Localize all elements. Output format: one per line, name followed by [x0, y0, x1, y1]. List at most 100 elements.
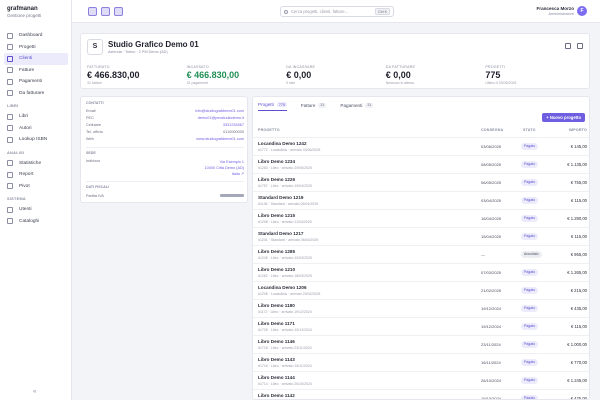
table-row[interactable]: Libro Demo 1210 #1262 · Libro · arrivato … — [253, 263, 589, 281]
sidebar-item-label: Pivot — [19, 183, 30, 189]
sidebar-item-libri[interactable]: Libri — [4, 111, 68, 123]
tab-pagamenti[interactable]: Pagamenti 31 — [340, 102, 374, 111]
column-header[interactable]: STATO — [523, 128, 536, 132]
new-invoice-icon[interactable] — [101, 7, 110, 16]
search-icon — [284, 9, 288, 14]
sidebar-item-label: Progetti — [19, 44, 36, 50]
sidebar-item-label: Libri — [19, 114, 29, 120]
tab-fatture[interactable]: Fatture 31 — [301, 102, 327, 111]
sidebar-item-label: Dashboard — [19, 33, 43, 39]
sidebar-item-label: Da fatturare — [19, 90, 45, 96]
sidebar-item-cataloghi[interactable]: Cataloghi — [4, 216, 68, 228]
table-row[interactable]: Libro Demo 1146 #1718 · Libro · arrivato … — [253, 335, 589, 353]
column-header[interactable]: IMPORTO — [569, 128, 587, 132]
project-name[interactable]: Libro Demo 1285 — [258, 249, 295, 254]
users-icon — [7, 55, 13, 62]
clock-icon — [7, 90, 13, 97]
project-name[interactable]: Libro Demo 1144 — [258, 375, 295, 380]
edit-icon[interactable] — [565, 43, 571, 49]
table-row[interactable]: Libro Demo 1143 #1716 · Libro · arrivato … — [253, 353, 589, 371]
new-project-button[interactable]: + Nuovo progetto — [542, 113, 585, 122]
delivery-date: — — [481, 252, 485, 257]
project-name[interactable]: Standard Demo 1217 — [258, 231, 303, 236]
pec-link[interactable]: demo01@pecstudiodemo.it — [198, 116, 244, 120]
address-link[interactable]: Via Esempio 1 10000 Città Demo (AD) Ital… — [205, 159, 244, 177]
table-row[interactable]: Locandina Demo 1206 #1208 · Locandina · a… — [253, 281, 589, 299]
project-name[interactable]: Libro Demo 1215 — [258, 213, 295, 218]
project-name[interactable]: Libro Demo 1234 — [258, 159, 295, 164]
contact-address: Indirizzo Via Esempio 1 10000 Città Demo… — [86, 159, 244, 177]
table-row[interactable]: Standard Demo 1219 #1136 · Standard · arr… — [253, 191, 589, 209]
table-row[interactable]: Libro Demo 1144 #1714 · Libro · arrivato … — [253, 371, 589, 389]
project-meta: #1757 · Libro · arrivato 19/04/2025 — [258, 183, 312, 188]
sidebar-item-pivot[interactable]: Pivot — [4, 181, 68, 193]
delivery-date: 06/05/2025 — [481, 180, 502, 185]
dashboard-icon — [7, 32, 13, 39]
sidebar-item-progetti[interactable]: Progetti — [4, 42, 68, 54]
project-name[interactable]: Libro Demo 1143 — [258, 357, 295, 362]
sidebar-item-dashboard[interactable]: Dashboard — [4, 30, 68, 42]
sidebar-item-pagamenti[interactable]: Pagamenti — [4, 76, 68, 88]
brand[interactable]: grafmanan Gestione progetti — [7, 6, 41, 18]
project-name[interactable]: Standard Demo 1219 — [258, 195, 303, 200]
status-badge: Pagato — [521, 287, 539, 294]
status-badge: Pagato — [521, 305, 539, 312]
table-row[interactable]: Libro Demo 1215 #1208 · Libro · arrivato … — [253, 209, 589, 227]
kpi-value: € 0,00 — [286, 70, 312, 80]
sidebar: grafmanan Gestione progetti Dashboard Pr… — [0, 0, 72, 400]
new-project-icon[interactable] — [88, 7, 97, 16]
user-icon — [7, 125, 13, 132]
table-row[interactable]: Libro Demo 1226 #1757 · Libro · arrivato … — [253, 173, 589, 191]
project-amount: € 435,00 — [570, 306, 587, 311]
column-header[interactable]: CONSEGNA — [481, 128, 503, 132]
delete-icon[interactable] — [577, 43, 583, 49]
kpi-incassato: INCASSATO € 466.830,00 31 pagamenti — [187, 65, 287, 85]
table-row[interactable]: Libro Demo 1180 #1172 · Libro · arrivato … — [253, 299, 589, 317]
table-row[interactable]: Locandina Demo 1242 #1772 · Locandina · a… — [253, 137, 589, 155]
column-header[interactable]: PROGETTO — [258, 128, 280, 132]
project-amount: € 770,00 — [570, 360, 587, 365]
sidebar-item-utenti[interactable]: Utenti — [4, 204, 68, 216]
sidebar-item-fatture[interactable]: Fatture — [4, 65, 68, 77]
kpi-sub: Nessuno in attesa — [385, 81, 414, 85]
table-row[interactable]: Standard Demo 1217 #1241 · Standard · arr… — [253, 227, 589, 245]
project-meta: #1172 · Libro · arrivato 19/12/2024 — [258, 309, 312, 314]
sidebar-item-da-fatturare[interactable]: Da fatturare — [4, 88, 68, 100]
sidebar-item-autori[interactable]: Autori — [4, 123, 68, 135]
project-name[interactable]: Libro Demo 1171 — [258, 321, 295, 326]
table-row[interactable]: Libro Demo 1285 #1245 · Libro · arrivato … — [253, 245, 589, 263]
table-row[interactable]: Libro Demo 1234 #1263 · Libro · arrivato … — [253, 155, 589, 173]
project-amount: € 1.265,00 — [567, 270, 587, 275]
tab-progetti[interactable]: Progetti 775 — [258, 102, 287, 111]
sidebar-item-statistiche[interactable]: Statistiche — [4, 158, 68, 170]
client-meta: Azienda · Torino · 2 PM Demo (AD) — [108, 50, 168, 54]
user-menu[interactable]: Francesca Morzo Amministratore F — [536, 6, 587, 16]
project-meta: #1208 · Libro · arrivato 11/04/2025 — [258, 219, 312, 224]
project-name[interactable]: Libro Demo 1210 — [258, 267, 295, 272]
table-row[interactable]: Libro Demo 1171 #1728 · Libro · arrivato … — [253, 317, 589, 335]
project-name[interactable]: Libro Demo 1146 — [258, 339, 295, 344]
project-name[interactable]: Libro Demo 1180 — [258, 303, 295, 308]
mobile-link[interactable]: 3331234567 — [223, 123, 244, 127]
sidebar-item-label: Statistiche — [19, 160, 42, 166]
project-name[interactable]: Locandina Demo 1206 — [258, 285, 307, 290]
project-name[interactable]: Locandina Demo 1242 — [258, 141, 307, 146]
avatar[interactable]: F — [577, 6, 587, 16]
sidebar-item-report[interactable]: Report — [4, 169, 68, 181]
project-name[interactable]: Libro Demo 1142 — [258, 393, 295, 398]
search-input[interactable]: Cerca progetti, clienti, fatture... Ctrl… — [280, 6, 394, 17]
status-badge: Annullato — [521, 251, 542, 258]
project-amount: € 755,00 — [570, 180, 587, 185]
sidebar-item-clienti[interactable]: Clienti — [4, 53, 68, 65]
collapse-sidebar-icon[interactable]: « — [33, 389, 36, 395]
project-name[interactable]: Libro Demo 1226 — [258, 177, 295, 182]
new-payment-icon[interactable] — [114, 7, 123, 16]
kpi-sub: 0 rate — [286, 81, 296, 85]
email-link[interactable]: info@studiografdemo01.com — [195, 109, 244, 113]
table-row[interactable]: Libro Demo 1142#1712 · Libro · arrivato … — [253, 389, 589, 399]
sidebar-item-label: Pagamenti — [19, 79, 42, 85]
kpi-sub: Ultimo il 03/06/2025 — [485, 81, 517, 85]
project-meta: #1772 · Locandina · arrivato 03/06/2025 — [258, 147, 321, 152]
web-link[interactable]: www.studiografdemo01.com — [196, 137, 244, 141]
sidebar-item-lookup-isbn[interactable]: Lookup ISBN — [4, 134, 68, 146]
